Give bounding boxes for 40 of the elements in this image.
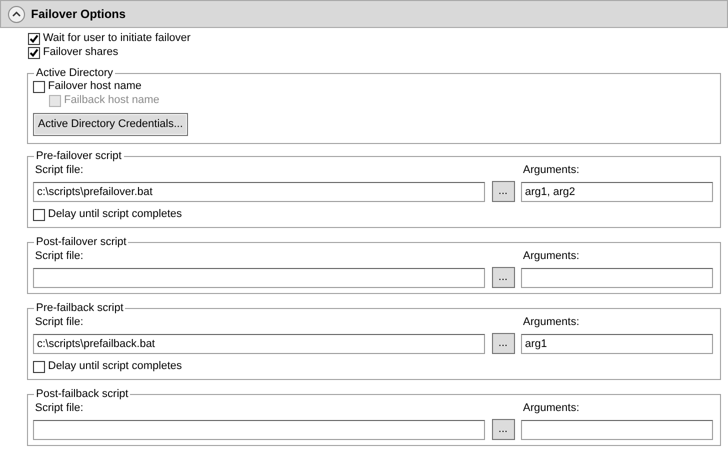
arguments-field[interactable]: arg1 — [521, 334, 713, 354]
section-header[interactable]: Failover Options — [0, 0, 728, 28]
field-label: Arguments: — [522, 316, 580, 329]
checkbox[interactable] — [28, 32, 40, 44]
field-label: Arguments: — [522, 164, 580, 177]
checkbox[interactable] — [33, 80, 45, 92]
section-title: Failover Options — [31, 8, 126, 20]
script-file-field[interactable]: c:\scripts\prefailover.bat — [33, 182, 485, 202]
browse-button[interactable]: ... — [492, 333, 514, 354]
checkbox[interactable] — [33, 208, 45, 220]
group-title: Pre-failover script — [35, 150, 123, 163]
group-title: Active Directory — [35, 67, 114, 80]
browse-button[interactable]: ... — [492, 181, 514, 202]
field-label: Script file: — [34, 164, 84, 177]
arguments-field[interactable] — [521, 268, 713, 288]
checkbox-label: Failover shares — [43, 47, 118, 58]
arguments-field[interactable] — [521, 420, 713, 440]
group-title: Pre-failback script — [35, 302, 124, 315]
field-label: Arguments: — [522, 402, 580, 415]
browse-button[interactable]: ... — [492, 267, 514, 288]
browse-button[interactable]: ... — [492, 419, 514, 440]
checkbox[interactable] — [33, 360, 45, 372]
script-file-field[interactable]: c:\scripts\prefailback.bat — [33, 334, 485, 354]
checkbox-label: Wait for user to initiate failover — [43, 33, 191, 44]
field-label: Arguments: — [522, 250, 580, 263]
collapse-chevron-icon[interactable] — [8, 6, 25, 22]
credentials-button[interactable]: Active Directory Credentials... — [33, 113, 188, 136]
checkbox-label: Delay until script completes — [48, 361, 182, 372]
checkbox-label: Delay until script completes — [48, 209, 182, 220]
field-label: Script file: — [34, 250, 84, 263]
script-file-field[interactable] — [33, 420, 485, 440]
checkbox-label: Failback host name — [64, 95, 160, 106]
group-title: Post-failback script — [35, 388, 130, 401]
field-label: Script file: — [34, 316, 84, 329]
arguments-field[interactable]: arg1, arg2 — [521, 182, 713, 202]
checkbox[interactable] — [28, 46, 40, 58]
field-label: Script file: — [34, 402, 84, 415]
group-title: Post-failover script — [35, 236, 128, 249]
checkbox-label: Failover host name — [48, 81, 142, 92]
script-file-field[interactable] — [33, 268, 485, 288]
